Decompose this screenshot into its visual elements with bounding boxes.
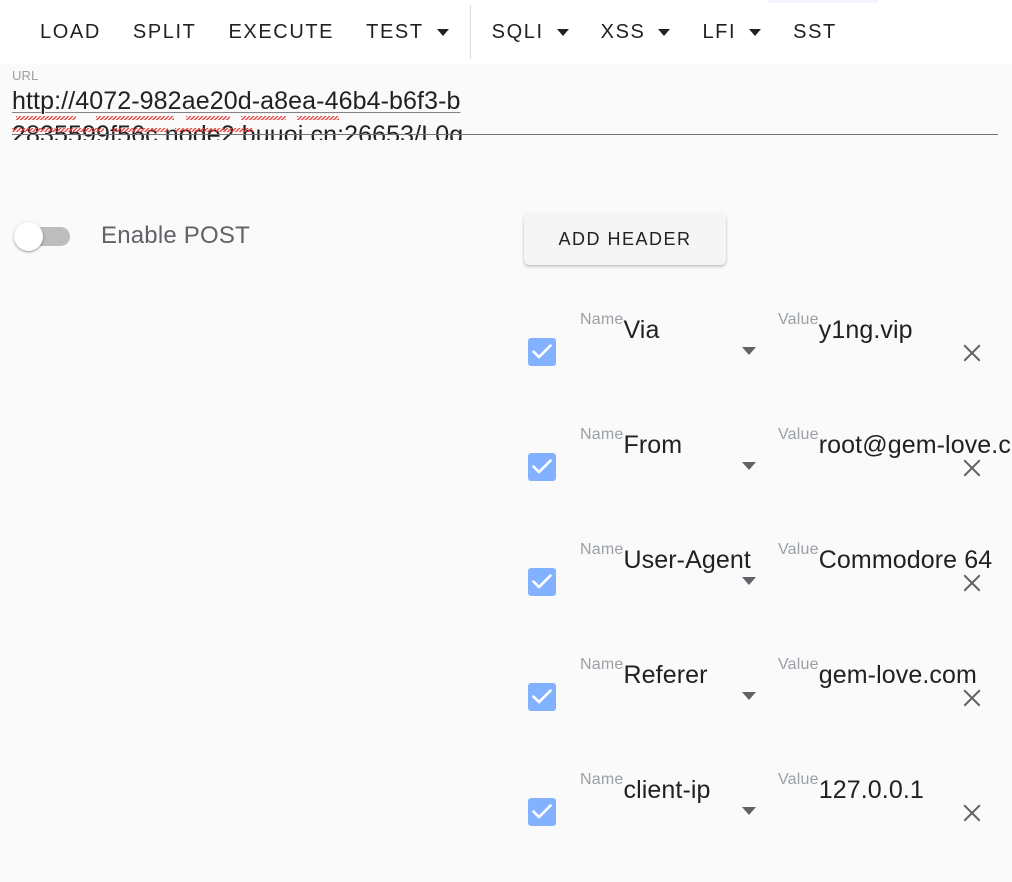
header-value-field[interactable]: Value y1ng.vip — [778, 310, 935, 344]
toolbar-menu-lfi-label: LFI — [702, 20, 737, 43]
header-value-label: Value — [778, 656, 819, 673]
spellcheck-squiggle — [186, 116, 230, 120]
chevron-down-icon[interactable] — [742, 692, 756, 700]
toolbar-menu-test-label: TEST — [366, 20, 424, 43]
add-header-button[interactable]: ADD HEADER — [524, 213, 726, 265]
url-field-label: URL — [12, 68, 39, 83]
toolbar-menu-sqli[interactable]: SQLI — [476, 0, 585, 64]
top-toolbar: LOAD SPLIT EXECUTE TEST SQLI XSS LFI SST — [0, 0, 1012, 64]
header-name-label: Name — [580, 541, 624, 558]
spellcheck-squiggle — [96, 116, 174, 120]
chevron-down-icon — [436, 28, 449, 36]
chevron-down-icon — [749, 28, 762, 36]
check-icon — [532, 459, 552, 474]
chevron-down-icon[interactable] — [742, 347, 756, 355]
check-icon — [532, 804, 552, 819]
toolbar-button-load-label: LOAD — [40, 20, 101, 43]
toolbar-button-load[interactable]: LOAD — [24, 0, 117, 64]
url-field-underline — [12, 134, 998, 135]
header-enabled-checkbox-client-ip[interactable] — [528, 798, 556, 826]
header-row-client-ip: Name client-ip Value 127.0.0.1 — [0, 756, 1012, 871]
toolbar-button-execute[interactable]: EXECUTE — [212, 0, 350, 64]
toolbar-button-split[interactable]: SPLIT — [117, 0, 213, 64]
chevron-down-icon — [556, 28, 569, 36]
header-name-field[interactable]: Name Via — [580, 310, 760, 355]
toolbar-menu-xss-label: XSS — [600, 20, 646, 43]
toolbar-divider — [469, 5, 471, 59]
header-name-field[interactable]: Name Referer — [580, 655, 760, 700]
remove-header-button[interactable] — [955, 796, 989, 830]
remove-header-button[interactable] — [955, 566, 989, 600]
header-enabled-checkbox-from[interactable] — [528, 453, 556, 481]
headers-list: Name Via Value y1ng.vip Name From — [0, 296, 1012, 871]
toolbar-button-execute-label: EXECUTE — [228, 20, 335, 43]
header-enabled-checkbox-referer[interactable] — [528, 683, 556, 711]
toolbar-menu-test[interactable]: TEST — [350, 0, 465, 64]
toggle-thumb — [14, 222, 43, 251]
chevron-down-icon — [658, 28, 671, 36]
header-row-via: Name Via Value y1ng.vip — [0, 296, 1012, 411]
check-icon — [532, 689, 552, 704]
header-value-field[interactable]: Value Commodore 64 — [778, 540, 992, 574]
header-name-label: Name — [580, 656, 624, 673]
spellcheck-squiggle — [241, 116, 286, 120]
chevron-down-icon[interactable] — [742, 577, 756, 585]
header-row-referer: Name Referer Value gem-love.com — [0, 641, 1012, 756]
remove-header-button[interactable] — [955, 681, 989, 715]
toggle-switch[interactable] — [14, 222, 70, 251]
header-value-label: Value — [778, 426, 819, 443]
spellcheck-squiggle — [175, 128, 253, 132]
toolbar-menu-sqli-label: SQLI — [491, 20, 544, 43]
enable-post-label: Enable POST — [101, 222, 250, 249]
header-name-label: Name — [580, 426, 624, 443]
header-enabled-checkbox-user-agent[interactable] — [528, 568, 556, 596]
check-icon — [532, 344, 552, 359]
remove-header-button[interactable] — [955, 336, 989, 370]
tab-indicator — [768, 0, 878, 3]
header-name-field[interactable]: Name User-Agent — [580, 540, 760, 585]
header-value-label: Value — [778, 771, 819, 788]
toolbar-button-split-label: SPLIT — [132, 20, 197, 43]
toolbar-menu-lfi[interactable]: LFI — [686, 0, 777, 64]
url-field[interactable]: URL http://4072-982ae20d-a8ea-46b4-b6f3-… — [12, 68, 998, 140]
header-enabled-checkbox-via[interactable] — [528, 338, 556, 366]
header-name-label: Name — [580, 771, 624, 788]
header-name-field[interactable]: Name client-ip — [580, 770, 760, 815]
enable-post-toggle[interactable]: Enable POST — [14, 222, 250, 251]
spellcheck-squiggle — [112, 128, 168, 132]
header-name-label: Name — [580, 311, 624, 328]
header-value-field[interactable]: Value root@gem-love.com — [778, 425, 1012, 459]
check-icon — [532, 574, 552, 589]
toolbar-menu-ssti-label: SST — [793, 20, 837, 43]
header-value-label: Value — [778, 311, 819, 328]
toolbar-menu-xss[interactable]: XSS — [585, 0, 687, 64]
header-value-field[interactable]: Value 127.0.0.1 — [778, 770, 935, 804]
spellcheck-squiggle — [16, 116, 76, 120]
app-root: LOAD SPLIT EXECUTE TEST SQLI XSS LFI SST — [0, 0, 1012, 882]
header-row-from: Name From Value root@gem-love.com — [0, 411, 1012, 526]
chevron-down-icon[interactable] — [742, 462, 756, 470]
header-name-field[interactable]: Name From — [580, 425, 760, 470]
spellcheck-squiggle — [12, 128, 104, 132]
toolbar-menu-ssti[interactable]: SST — [777, 0, 853, 64]
chevron-down-icon[interactable] — [742, 807, 756, 815]
spellcheck-squiggle — [297, 116, 339, 120]
header-value-field[interactable]: Value gem-love.com — [778, 655, 977, 689]
remove-header-button[interactable] — [955, 451, 989, 485]
header-value-label: Value — [778, 541, 819, 558]
header-row-user-agent: Name User-Agent Value Commodore 64 — [0, 526, 1012, 641]
